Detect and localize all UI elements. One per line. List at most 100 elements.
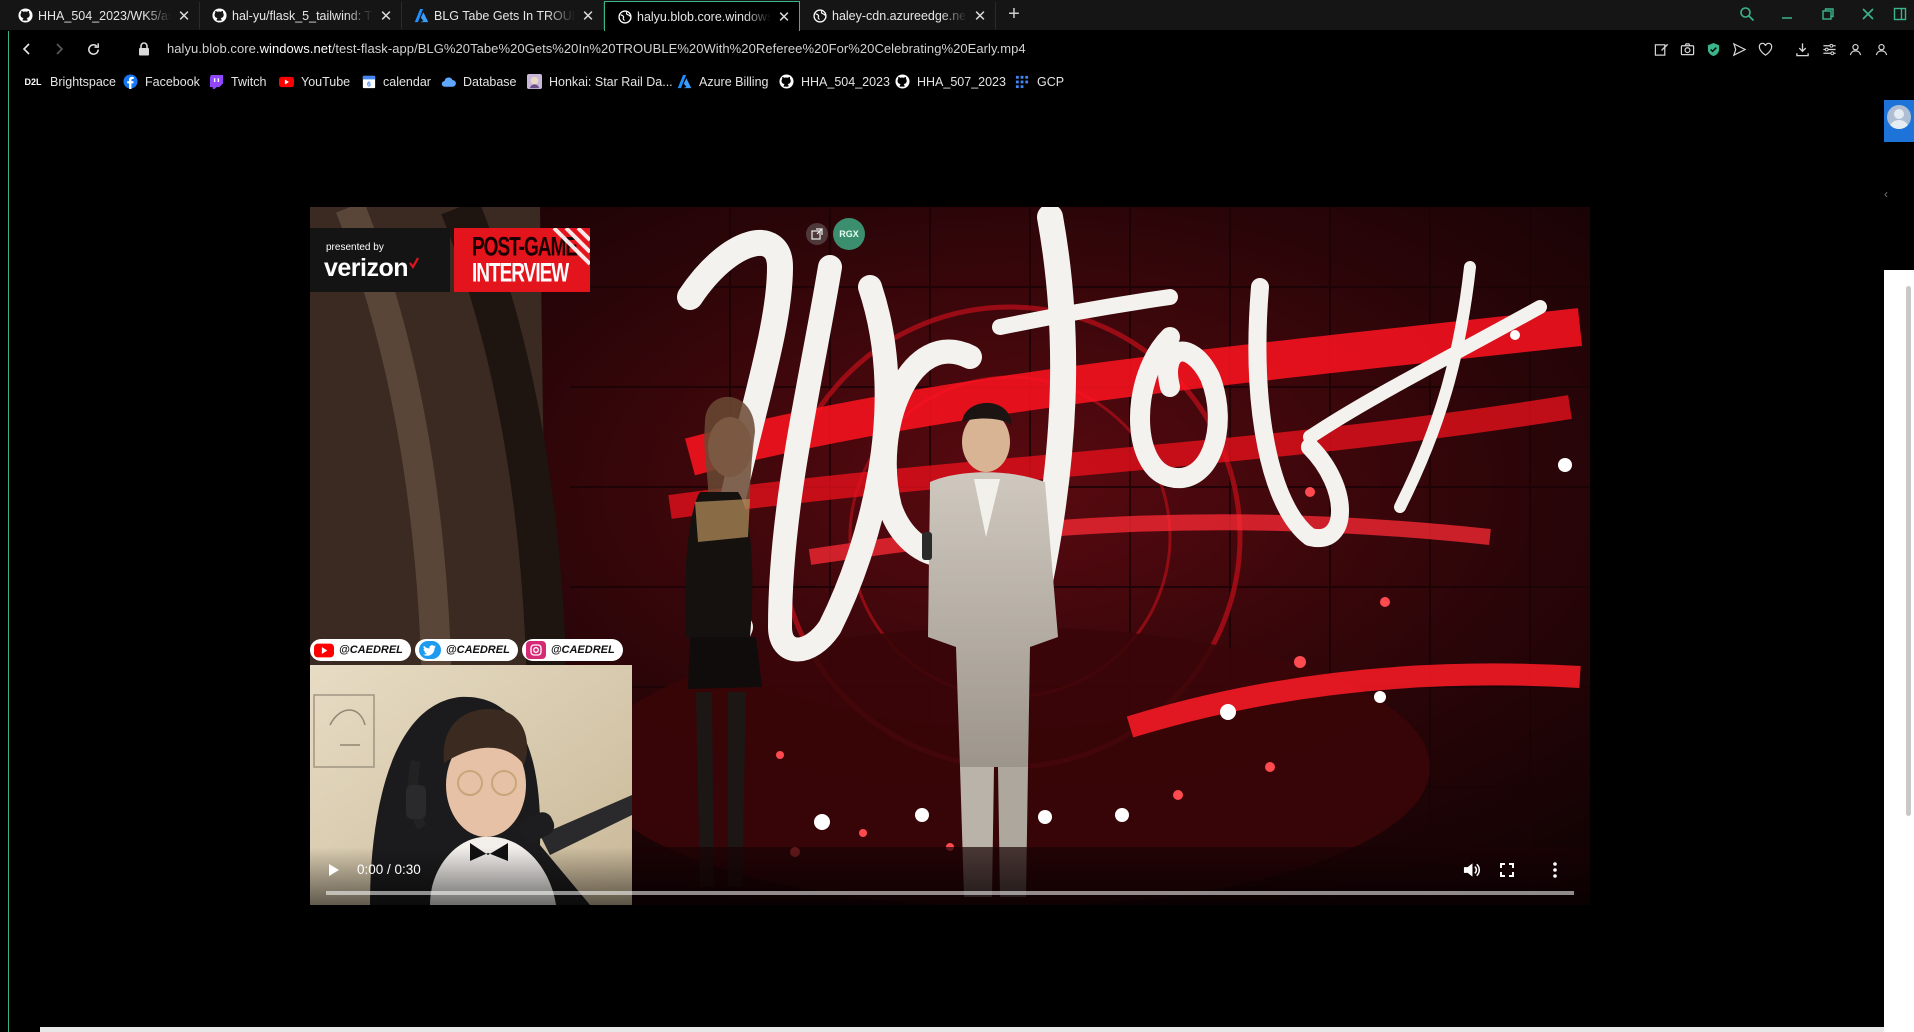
- bookmark-label: Facebook: [145, 74, 200, 89]
- close-icon[interactable]: ✕: [177, 7, 191, 25]
- video-player[interactable]: presented by verizon POST-GAME INTERVIEW…: [310, 207, 1590, 905]
- shield-icon: [1707, 42, 1719, 56]
- github-icon: [18, 8, 33, 23]
- tab-title: haley-cdn.azureedge.net/te: [832, 8, 967, 23]
- restore-icon: [1822, 8, 1834, 20]
- fullscreen-button[interactable]: [1496, 859, 1518, 881]
- download-icon: [1795, 42, 1809, 56]
- d2l-icon: D2L: [24, 76, 42, 87]
- github-icon: [212, 8, 227, 23]
- screenshot-button[interactable]: [1677, 39, 1697, 59]
- social-bar: @CAEDREL @CAEDREL @CAEDREL: [310, 639, 623, 663]
- twitter-icon: [418, 641, 441, 659]
- progress-track[interactable]: [326, 891, 1574, 895]
- address-bar-url[interactable]: halyu.blob.core.windows.net/test-flask-a…: [167, 41, 1026, 56]
- post-game-badge: POST-GAME INTERVIEW: [454, 228, 590, 292]
- arrow-right-icon: [56, 43, 64, 55]
- tab-5[interactable]: haley-cdn.azureedge.net/te ✕: [800, 2, 996, 29]
- tab-search-button[interactable]: [1733, 2, 1761, 26]
- user-avatar-icon: [1889, 109, 1909, 129]
- tab-2[interactable]: hal-yu/flask_5_tailwind: Thi ✕: [200, 2, 402, 29]
- close-icon[interactable]: ✕: [379, 7, 393, 25]
- globe-icon: [812, 8, 827, 23]
- facebook-icon: [123, 74, 138, 89]
- bookmark-hha504[interactable]: HHA_504_2023: [779, 74, 890, 89]
- volume-icon: [1463, 863, 1480, 877]
- azure-icon: [677, 74, 692, 89]
- tab-4-active[interactable]: halyu.blob.core.windows.ne ✕: [604, 1, 800, 31]
- side-panel-dark-area: [1884, 142, 1914, 270]
- avatar[interactable]: [1887, 105, 1911, 129]
- site-info-button[interactable]: [132, 37, 156, 61]
- sponsor-name: verizon: [324, 254, 409, 282]
- lock-icon: [139, 42, 149, 56]
- youtube-icon: [279, 74, 294, 89]
- bookmark-gcp[interactable]: GCP: [1015, 74, 1064, 89]
- new-tab-button[interactable]: +: [1004, 3, 1024, 25]
- instagram-icon: [525, 641, 546, 659]
- tab-title: HHA_504_2023/WK5/assign: [38, 8, 171, 23]
- close-icon[interactable]: ✕: [973, 7, 987, 25]
- heart-icon: [1758, 42, 1772, 56]
- social-twitter: @CAEDREL: [414, 639, 518, 661]
- more-options-button[interactable]: [1544, 859, 1566, 881]
- send-button[interactable]: [1729, 39, 1749, 59]
- easy-setup-button[interactable]: [1819, 39, 1839, 59]
- restore-button[interactable]: [1814, 2, 1842, 26]
- honkai-icon: [527, 74, 542, 89]
- tab-3[interactable]: BLG Tabe Gets In TROUBLE ✕: [402, 2, 604, 29]
- bookmark-calendar[interactable]: 6 calendar: [361, 74, 431, 89]
- bookmark-brightspace[interactable]: D2L Brightspace: [23, 74, 116, 89]
- tab-1[interactable]: HHA_504_2023/WK5/assign ✕: [6, 2, 200, 29]
- bookmark-label: Database: [463, 74, 517, 89]
- close-icon[interactable]: ✕: [581, 7, 595, 25]
- minimize-button[interactable]: [1773, 2, 1801, 26]
- reload-icon: [87, 42, 99, 55]
- horizontal-scrollbar[interactable]: [40, 1027, 1884, 1032]
- settings-sliders-icon: [1822, 43, 1836, 55]
- social-handle: @CAEDREL: [445, 644, 510, 656]
- close-window-button[interactable]: [1854, 2, 1882, 26]
- azure-icon: [414, 8, 429, 23]
- page-content: presented by verizon POST-GAME INTERVIEW…: [8, 100, 1884, 1032]
- back-button[interactable]: [15, 37, 39, 61]
- edit-page-button[interactable]: [1651, 39, 1671, 59]
- side-panel-scrollbar[interactable]: [1906, 286, 1911, 816]
- url-prefix: halyu.blob.core.: [167, 41, 260, 56]
- bookmark-hha507[interactable]: HHA_507_2023: [895, 74, 1006, 89]
- toolbar: halyu.blob.core.windows.net/test-flask-a…: [8, 31, 1914, 67]
- fullscreen-icon: [1500, 863, 1514, 877]
- edit-icon: [1654, 43, 1668, 56]
- downloads-button[interactable]: [1792, 39, 1812, 59]
- checkmark-icon: [409, 257, 419, 269]
- account-button[interactable]: [1871, 39, 1891, 59]
- collapse-panel-button[interactable]: ‹: [1884, 186, 1894, 202]
- bookmark-facebook[interactable]: Facebook: [123, 74, 200, 89]
- camera-icon: [1680, 42, 1694, 55]
- twitch-icon: [209, 74, 224, 89]
- sidebar-toggle-button[interactable]: [1886, 2, 1914, 26]
- time-display: 0:00 / 0:30: [357, 862, 421, 877]
- volume-button[interactable]: [1460, 859, 1482, 881]
- panel-icon: [1893, 7, 1907, 21]
- bookmark-honkai[interactable]: Honkai: Star Rail Da...: [527, 74, 673, 89]
- popout-icon[interactable]: [806, 223, 828, 245]
- watermark-text: RGX: [839, 229, 859, 239]
- reload-button[interactable]: [81, 37, 105, 61]
- sponsor-logo: verizon: [324, 255, 419, 281]
- play-button[interactable]: [324, 859, 344, 881]
- bookmark-azure-billing[interactable]: Azure Billing: [677, 74, 768, 89]
- badge-stripes: [552, 228, 590, 266]
- tab-bar: HHA_504_2023/WK5/assign ✕ hal-yu/flask_5…: [0, 0, 1914, 31]
- forward-button[interactable]: [47, 37, 71, 61]
- vpn-button[interactable]: [1703, 39, 1723, 59]
- bookmark-youtube[interactable]: YouTube: [279, 74, 350, 89]
- sponsor-box: presented by verizon: [310, 228, 450, 292]
- profile-button[interactable]: [1845, 39, 1865, 59]
- close-icon[interactable]: ✕: [777, 8, 791, 26]
- bookmark-twitch[interactable]: Twitch: [209, 74, 266, 89]
- bookmark-label: YouTube: [301, 74, 351, 89]
- pinboard-button[interactable]: [1755, 39, 1775, 59]
- bookmark-label: Brightspace: [50, 74, 117, 89]
- bookmark-database[interactable]: Database: [441, 74, 517, 89]
